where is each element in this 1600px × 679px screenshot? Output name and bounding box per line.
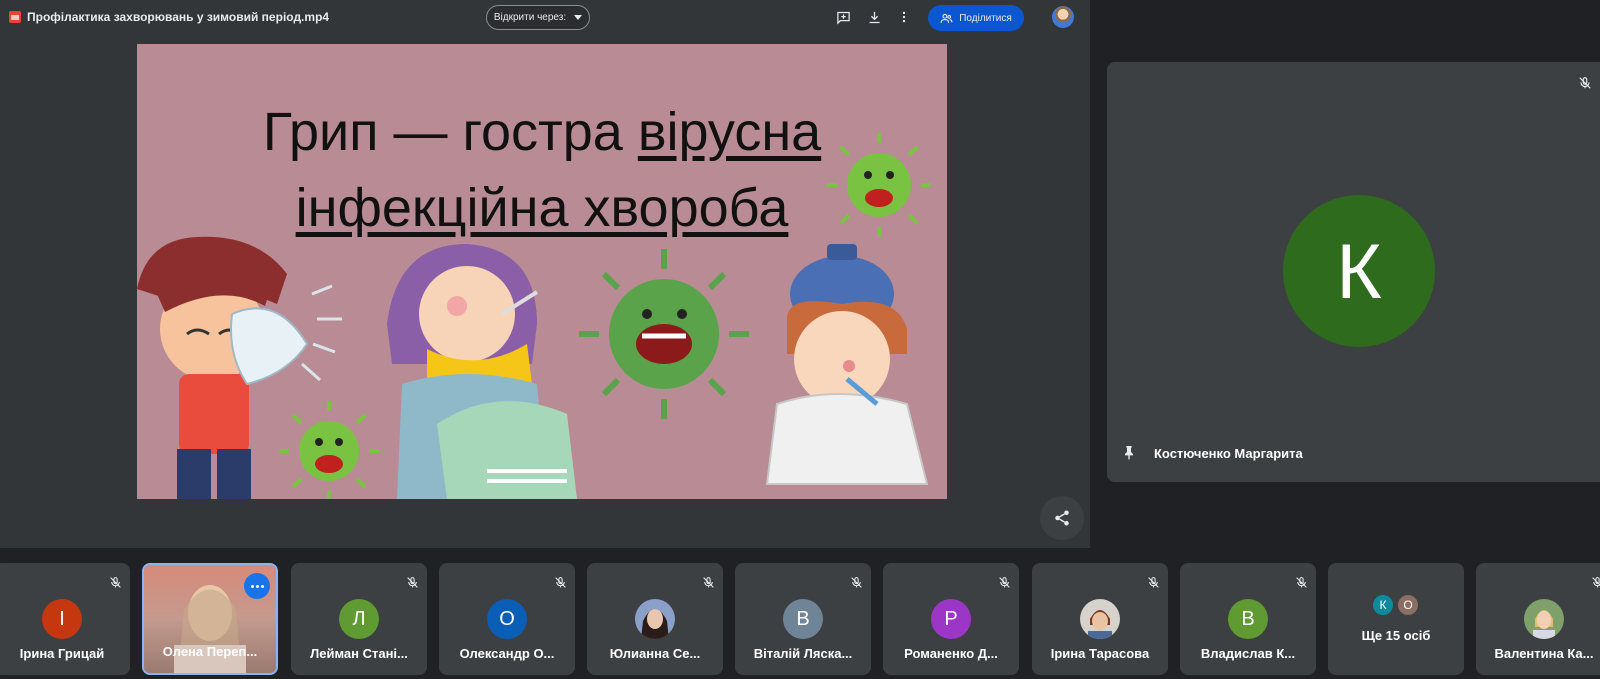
participant-name: Лейман Стані... (310, 646, 408, 661)
mic-off-icon (554, 576, 567, 594)
participant-tile[interactable]: Р Романенко Д... (883, 563, 1019, 675)
mic-off-icon (406, 576, 419, 594)
participant-name: Олександр О... (459, 646, 555, 661)
participant-tile-active[interactable]: Олена Переп... (142, 563, 278, 675)
participant-name: Романенко Д... (904, 646, 998, 661)
avatar: Р (931, 599, 971, 639)
mic-off-icon (1578, 76, 1592, 95)
video-file-icon (9, 11, 21, 23)
participant-name: Олена Переп... (162, 644, 258, 659)
file-title: Профілактика захворювань у зимовий періо… (27, 10, 330, 24)
avatar-photo (1524, 599, 1564, 639)
virus-small-bottom-illustration (279, 401, 379, 499)
participant-tile[interactable]: Валентина Ка... (1476, 563, 1600, 675)
avatar: К (1371, 593, 1395, 617)
add-comment-icon[interactable] (834, 8, 852, 26)
mic-off-icon (1295, 576, 1308, 594)
more-participants-label: Ще 15 осіб (1361, 628, 1431, 643)
pin-icon[interactable] (1121, 443, 1137, 466)
participant-tile[interactable]: Ірина Тарасова (1032, 563, 1168, 675)
mic-off-icon (109, 576, 122, 594)
avatar-photo (635, 599, 675, 639)
open-with-label: Відкрити через: (493, 12, 567, 23)
share-screen-button[interactable] (1040, 496, 1084, 540)
participant-strip: І Ірина Грицай Олена Переп... Л Лейман С… (0, 563, 1600, 675)
participant-tile[interactable]: І Ірина Грицай (0, 563, 130, 675)
mic-off-icon (702, 576, 715, 594)
sick-girl-illustration (387, 244, 577, 499)
people-icon (940, 13, 953, 23)
participant-name: Костюченко Маргарита (1154, 446, 1303, 461)
participant-tile[interactable]: В Віталій Ляска... (735, 563, 871, 675)
avatar: О (1396, 593, 1420, 617)
avatar: В (1228, 599, 1268, 639)
mic-off-icon (998, 576, 1011, 594)
sick-boy-ice-pack-illustration (765, 244, 929, 485)
participant-name: Юлианна Се... (609, 646, 701, 661)
participant-name: Віталій Ляска... (753, 646, 853, 661)
mic-off-icon (1147, 576, 1160, 594)
participant-tile[interactable]: О Олександр О... (439, 563, 575, 675)
virus-large-illustration (579, 249, 749, 419)
share-button[interactable]: Поділитися (928, 5, 1024, 31)
participant-name: Владислав К... (1200, 646, 1296, 661)
presentation-slide: Грип — гостра вірусна інфекційна хвороба (137, 44, 947, 499)
file-preview-area: Профілактика захворювань у зимовий періо… (0, 0, 1090, 548)
avatar: В (783, 599, 823, 639)
participant-tile[interactable]: Юлианна Се... (587, 563, 723, 675)
avatar: І (42, 599, 82, 639)
avatar: Л (339, 599, 379, 639)
chevron-down-icon (574, 15, 583, 20)
avatar: О (487, 599, 527, 639)
more-participants-tile[interactable]: К О Ще 15 осіб (1328, 563, 1464, 675)
mic-off-icon (850, 576, 863, 594)
share-label: Поділитися (959, 12, 1012, 24)
mic-off-icon (1591, 576, 1600, 594)
preview-toolbar: Профілактика захворювань у зимовий періо… (0, 0, 1090, 36)
slide-illustrations (137, 133, 931, 499)
more-vert-icon[interactable] (895, 8, 913, 26)
avatar-photo (1080, 599, 1120, 639)
participant-tile[interactable]: В Владислав К... (1180, 563, 1316, 675)
open-with-dropdown[interactable]: Відкрити через: (486, 5, 590, 30)
download-icon[interactable] (865, 8, 883, 26)
pinned-participant-tile[interactable]: К Костюченко Маргарита (1107, 62, 1600, 482)
participant-name: Валентина Ка... (1494, 646, 1594, 661)
virus-small-top-illustration (827, 133, 931, 237)
participant-name: Ірина Тарасова (1050, 646, 1150, 661)
account-avatar[interactable] (1052, 6, 1074, 28)
participant-tile[interactable]: Л Лейман Стані... (291, 563, 427, 675)
participant-name: Ірина Грицай (19, 646, 105, 661)
more-options-button[interactable] (244, 573, 270, 599)
avatar: К (1283, 195, 1435, 347)
share-icon (1055, 510, 1069, 526)
